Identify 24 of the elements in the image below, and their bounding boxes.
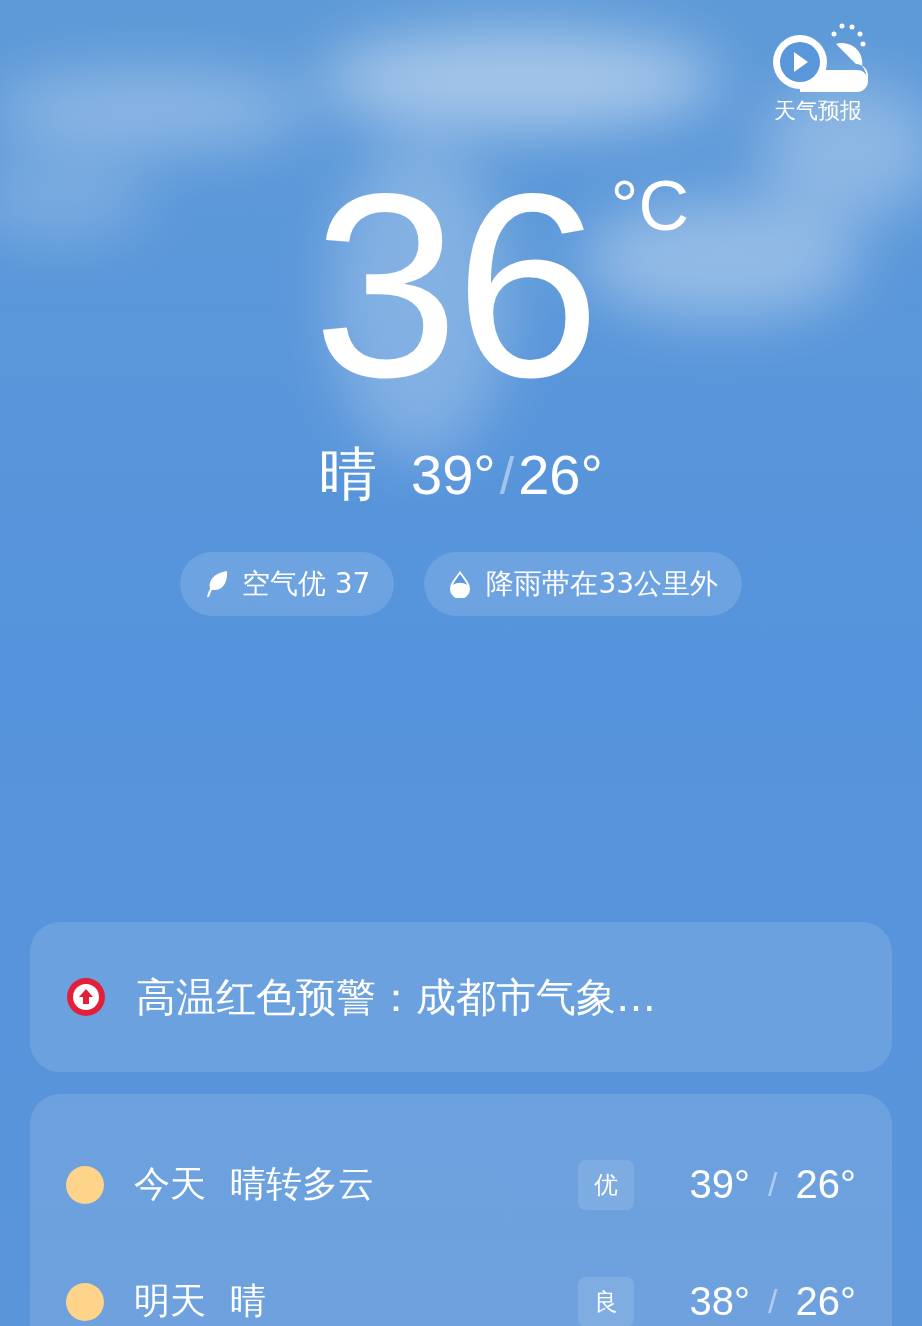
forecast-condition: 晴转多云 [230,1162,375,1206]
high-temperature: 39° [689,1162,751,1207]
weather-condition: 晴 [319,439,378,510]
forecast-day: 明天 [134,1277,206,1326]
temperature-value: 36 [313,166,597,406]
alert-card[interactable]: 高温红色预警：成都市气象… [30,922,892,1072]
low-temperature: 26° [795,1162,856,1207]
separator: / [499,446,515,506]
forecast-day: 今天 [134,1160,206,1209]
air-quality-tag: 优 [577,1159,634,1210]
separator: / [768,1165,778,1204]
water-drop-icon [448,570,473,598]
low-temperature: 26° [795,1279,856,1324]
app-label: 天气预报 [774,97,862,125]
low-temperature: 26° [518,442,603,507]
forecast-condition: 晴 [230,1279,267,1323]
separator: / [768,1282,778,1321]
alert-text: 高温红色预警：成都市气象… [136,972,656,1022]
high-temperature: 38° [689,1279,751,1324]
info-chip[interactable]: 降雨带在33公里外 [424,552,743,616]
air-quality-tag: 良 [577,1276,634,1326]
high-temperature: 39° [411,442,496,507]
info-chip[interactable]: 空气优 37 [179,552,395,616]
temperature-unit: °C [610,171,689,241]
